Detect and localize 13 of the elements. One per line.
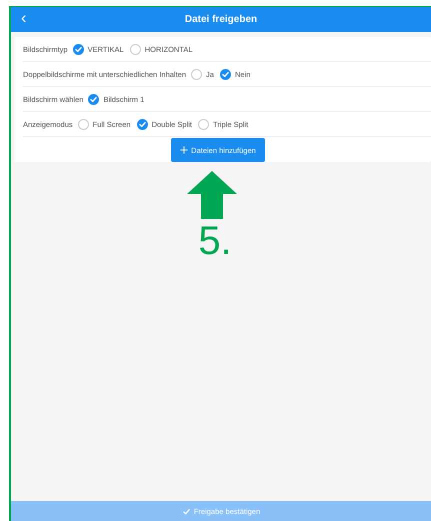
radio-icon[interactable] bbox=[78, 118, 89, 130]
radio-icon[interactable] bbox=[220, 68, 231, 80]
plus-icon bbox=[180, 146, 188, 154]
checkmark-icon bbox=[182, 507, 191, 516]
radio-icon[interactable] bbox=[88, 94, 100, 104]
radio-icon[interactable] bbox=[198, 118, 210, 130]
page-title: Datei freigeben bbox=[184, 14, 258, 25]
radio-icon[interactable] bbox=[136, 118, 148, 130]
radio-icon[interactable] bbox=[130, 44, 141, 54]
step-number: 5. bbox=[198, 219, 232, 263]
radio-icon[interactable] bbox=[72, 44, 84, 54]
radio-icon[interactable] bbox=[191, 68, 202, 80]
up-arrow-icon bbox=[187, 171, 237, 219]
